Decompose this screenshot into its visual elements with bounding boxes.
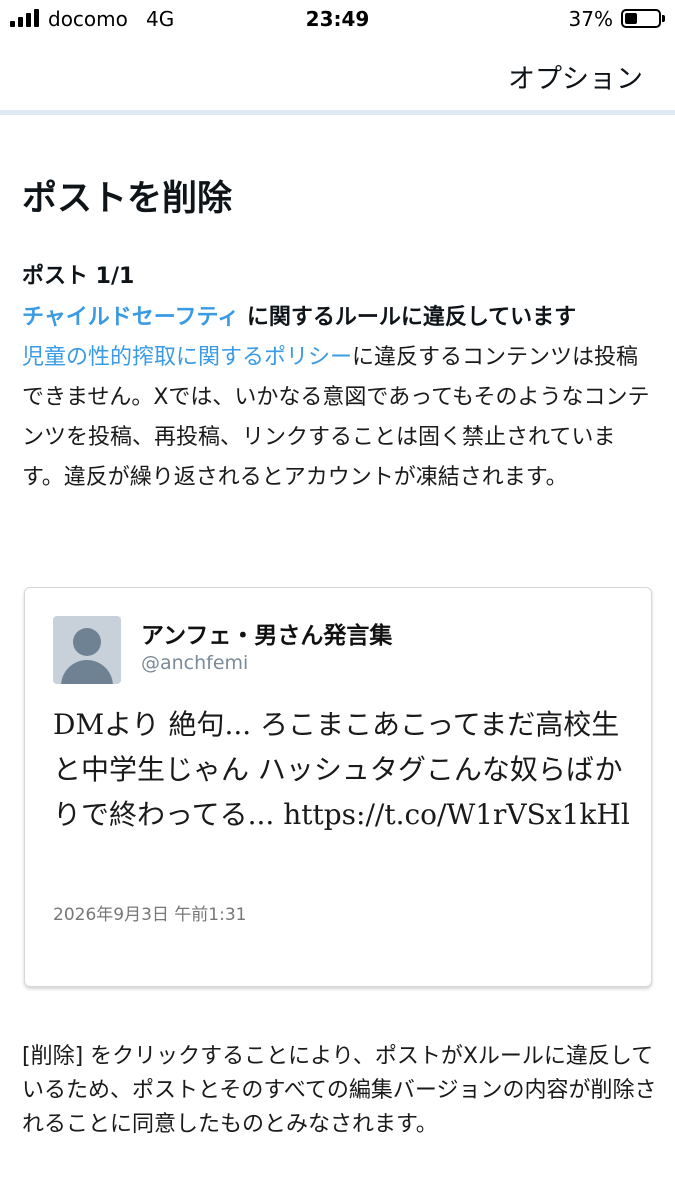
avatar-head [73,628,101,656]
author-name: アンフェ・男さん発言集 [141,623,393,649]
avatar [53,616,121,684]
post-count: ポスト 1/1 [22,264,135,289]
author-handle: @anchfemi [141,652,249,674]
avatar-shoulders [61,660,113,684]
battery-icon [621,9,665,28]
policy-description: 児童の性的搾取に関するポリシーに違反するコンテンツは投稿できません。Xでは、いか… [22,338,657,498]
battery-fill [625,13,637,24]
violation-text: に関するルールに違反しています [239,305,577,330]
policy-link[interactable]: 児童の性的搾取に関するポリシー [22,345,352,370]
page-title: ポストを削除 [22,179,233,219]
tweet-timestamp: 2026年9月3日 午前1:31 [53,905,247,925]
header-divider [0,110,675,115]
battery-percent: 37% [568,7,613,31]
tweet-card: アンフェ・男さん発言集 @anchfemi DMより 絶句... ろこまこあこっ… [24,587,652,987]
header: オプション [0,38,675,112]
violation-heading: チャイルドセーフティ に関するルールに違反しています [22,300,662,336]
delete-post-screen: docomo 4G 23:49 37% オプション ポストを削除 ポスト 1/1… [0,0,675,1200]
options-button[interactable]: オプション [508,57,643,96]
tweet-text: DMより 絶句... ろこまこあこってまだ高校生と中学生じゃん ハッシュタグこん… [53,708,630,831]
child-safety-link[interactable]: チャイルドセーフティ [22,305,239,330]
delete-consent-text: [削除] をクリックすることにより、ポストがXルールに違反しているため、ポストと… [22,1044,657,1137]
status-bar: docomo 4G 23:49 37% [0,0,675,38]
